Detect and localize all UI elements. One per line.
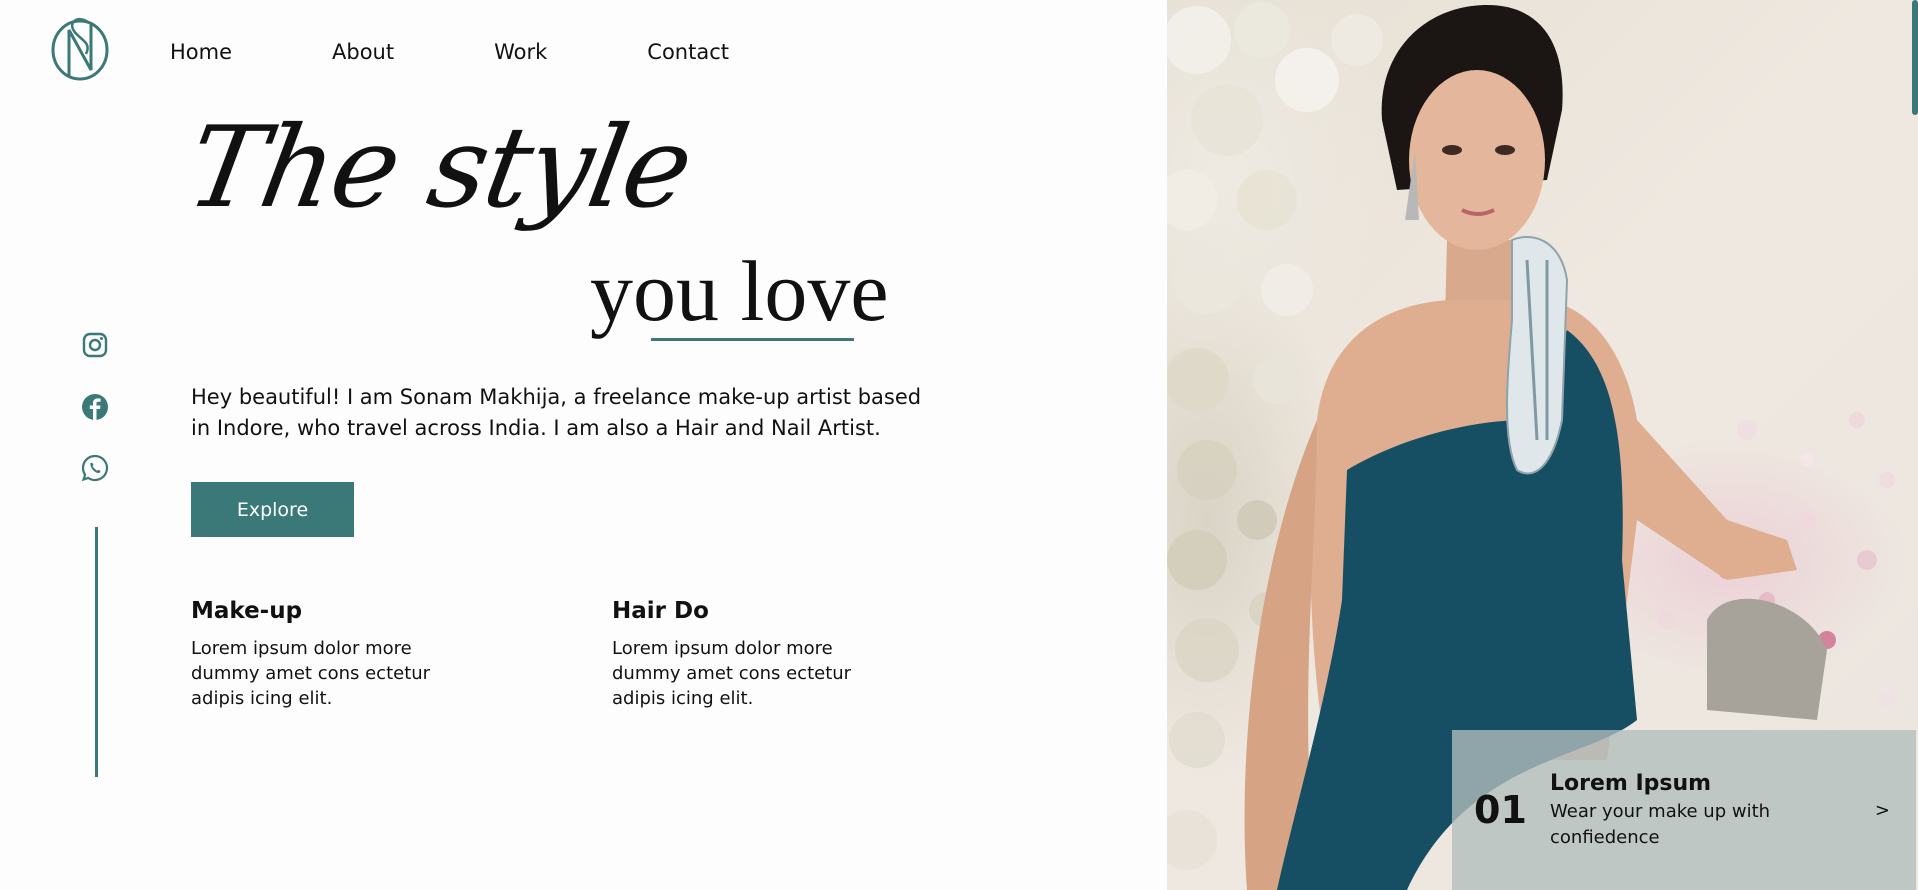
whatsapp-icon[interactable] xyxy=(80,453,110,483)
service-makeup: Make-up Lorem ipsum dolor more dummy ame… xyxy=(191,598,451,711)
instagram-icon[interactable] xyxy=(80,330,110,360)
hero-underline xyxy=(651,338,854,341)
nav-about[interactable]: About xyxy=(332,40,394,64)
decorative-vertical-line xyxy=(95,527,98,777)
feature-card[interactable]: 01 Lorem Ipsum Wear your make up with co… xyxy=(1452,730,1916,890)
service-title: Make-up xyxy=(191,598,303,624)
nav-home[interactable]: Home xyxy=(170,40,232,64)
facebook-icon[interactable] xyxy=(80,392,110,422)
explore-button[interactable]: Explore xyxy=(191,482,354,537)
nav-contact[interactable]: Contact xyxy=(647,40,729,64)
hero-title-script: The style xyxy=(178,103,701,233)
card-subtitle: Wear your make up with confiedence xyxy=(1550,801,1771,848)
nav-work[interactable]: Work xyxy=(494,40,547,64)
main-nav: Home About Work Contact xyxy=(170,40,829,64)
scrollbar[interactable] xyxy=(1912,0,1918,115)
service-description: Lorem ipsum dolor more dummy amet cons e… xyxy=(191,638,431,709)
card-next-arrow[interactable]: > xyxy=(1875,800,1890,821)
service-hairdo: Hair Do Lorem ipsum dolor more dummy ame… xyxy=(612,598,872,711)
card-text: Lorem Ipsum Wear your make up with confi… xyxy=(1550,769,1850,851)
card-title: Lorem Ipsum xyxy=(1550,771,1712,796)
card-number: 01 xyxy=(1474,788,1527,832)
service-description: Lorem ipsum dolor more dummy amet cons e… xyxy=(612,638,852,709)
logo[interactable] xyxy=(48,10,112,88)
service-title: Hair Do xyxy=(612,598,709,624)
intro-text: Hey beautiful! I am Sonam Makhija, a fre… xyxy=(191,385,922,440)
hero-title-serif: you love xyxy=(590,243,889,339)
